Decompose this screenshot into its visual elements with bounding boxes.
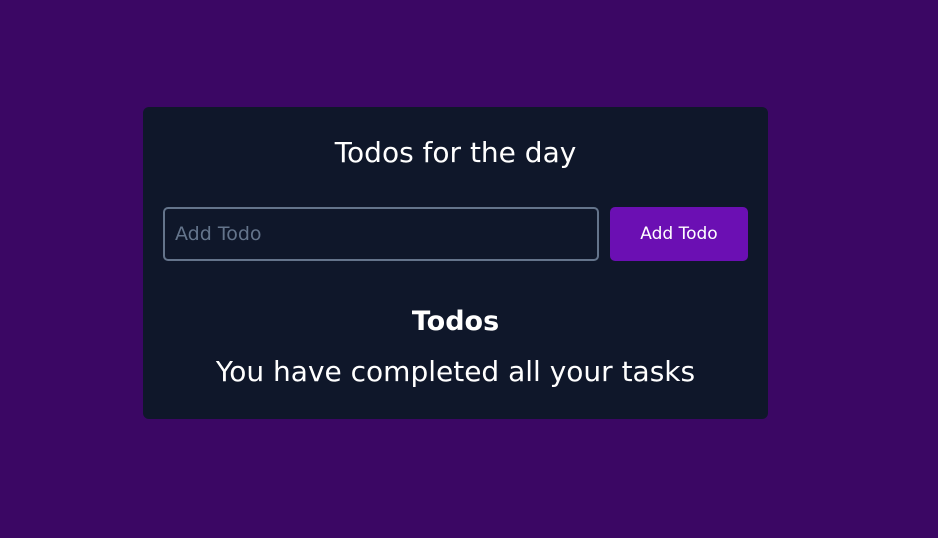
- add-todo-button[interactable]: Add Todo: [610, 207, 748, 261]
- empty-state-message: You have completed all your tasks: [215, 355, 696, 388]
- todo-card: Todos for the day Add Todo Todos You hav…: [143, 107, 768, 419]
- card-title: Todos for the day: [334, 136, 577, 169]
- page-background: { "card": { "title": "Todos for the day"…: [0, 0, 938, 538]
- todos-heading: Todos: [411, 306, 500, 337]
- add-todo-input[interactable]: [163, 207, 599, 261]
